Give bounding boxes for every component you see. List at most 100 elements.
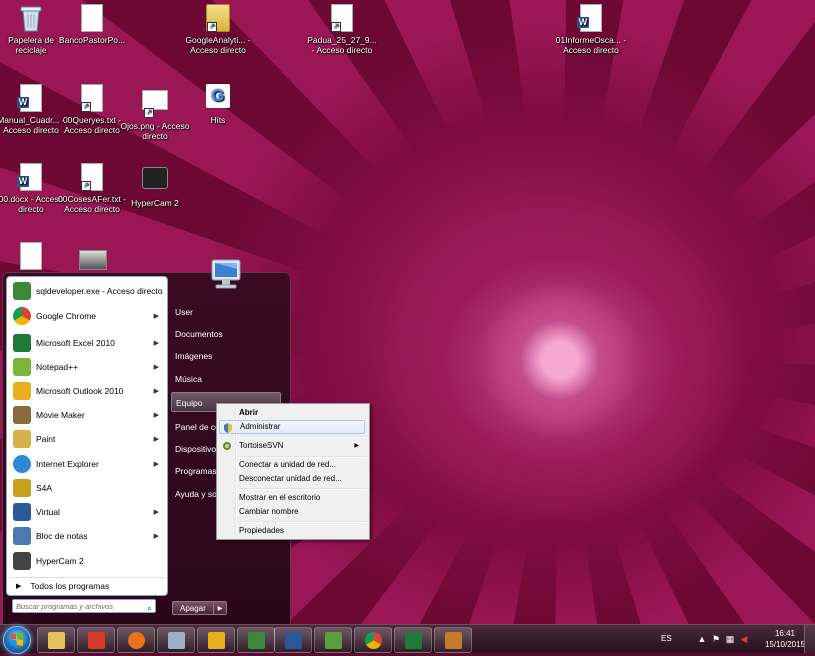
internet-explorer-icon: [13, 454, 31, 473]
start-item-virtual[interactable]: Virtual ▶: [9, 500, 165, 523]
show-desktop-button[interactable]: [804, 625, 815, 653]
submenu-arrow-icon: ▶: [153, 387, 159, 395]
explorer-icon: [47, 631, 65, 649]
outlook-icon: [13, 381, 31, 400]
start-item-internet-explorer[interactable]: Internet Explorer ▶: [9, 452, 165, 475]
acrobat-icon: [87, 631, 105, 649]
flag-icon[interactable]: ⚑: [711, 634, 721, 644]
context-item-tortoisesvn[interactable]: TortoiseSVN ▶: [219, 439, 365, 453]
word-document-icon: [17, 84, 44, 112]
taskbar-app-tool[interactable]: [434, 627, 472, 653]
start-right-musica[interactable]: Música: [171, 369, 281, 389]
tortoisesvn-icon: [223, 442, 231, 450]
start-item-label: Google Chrome: [36, 310, 97, 321]
context-item-label: TortoiseSVN: [239, 441, 284, 450]
firefox-icon: [127, 631, 145, 649]
network-icon[interactable]: ▦: [725, 634, 735, 644]
desktop-icon-hits[interactable]: G Hits: [182, 84, 254, 125]
movie-maker-icon: [13, 405, 31, 424]
google-icon: G: [205, 84, 231, 112]
taskbar-app-chrome[interactable]: [354, 627, 392, 653]
taskbar-app-explorer[interactable]: [37, 627, 75, 653]
context-menu: Abrir Administrar TortoiseSVN ▶ Conectar…: [216, 403, 370, 540]
chart-app-icon: [324, 631, 342, 649]
virtualbox-icon: [13, 502, 31, 521]
desktop-icon-hypercam[interactable]: HyperCam 2: [119, 163, 191, 208]
start-menu-programs-pane: sqldeveloper.exe - Acceso directo Google…: [6, 276, 168, 596]
chrome-icon: [364, 631, 382, 649]
start-right-user[interactable]: User: [171, 302, 281, 322]
start-item-google-chrome[interactable]: Google Chrome ▶: [9, 304, 165, 327]
start-item-label: Internet Explorer: [36, 458, 99, 469]
desktop-icon-queryes[interactable]: ↗ 00Queryes.txt - Acceso directo: [56, 84, 128, 135]
taskbar-app-acrobat[interactable]: [77, 627, 115, 653]
desktop-icon-label: Ojos.png - Acceso directo: [120, 121, 190, 141]
outlook-icon: [207, 631, 225, 649]
volume-muted-icon[interactable]: ◀: [739, 634, 749, 644]
start-item-movie-maker[interactable]: Movie Maker ▶: [9, 403, 165, 426]
start-item-label: Notepad++: [36, 361, 79, 372]
desktop-icon-informe-osca[interactable]: 01InformeOsca... - Acceso directo: [555, 4, 627, 55]
all-programs-label: Todos los programas: [30, 581, 110, 591]
desktop-icon-banco-pastor[interactable]: BancoPastorPo...: [56, 4, 128, 45]
desktop-icon-ojos[interactable]: ↗ Ojos.png - Acceso directo: [119, 84, 191, 141]
document-icon[interactable]: [20, 242, 42, 270]
word-document-icon: [17, 163, 44, 191]
start-item-notepadpp[interactable]: Notepad++ ▶: [9, 355, 165, 378]
start-right-imagenes[interactable]: Imágenes: [171, 346, 281, 366]
desktop-icon-coses-a-fer[interactable]: ↗ 00CosesAFer.txt - Acceso directo: [56, 163, 128, 214]
desktop-icon-padua[interactable]: ↗ Padua_25_27_9... - Acceso directo: [306, 4, 378, 55]
desktop-icon-label: Hits: [210, 115, 226, 125]
word-document-icon: [577, 4, 604, 32]
context-item-cambiar-nombre[interactable]: Cambiar nombre: [219, 505, 365, 519]
search-input[interactable]: Buscar programas y archivos ⌕: [12, 599, 156, 613]
submenu-arrow-icon: ▶: [153, 460, 159, 468]
context-item-abrir[interactable]: Abrir: [219, 406, 365, 420]
context-item-propiedades[interactable]: Propiedades: [219, 524, 365, 538]
desktop-icon-label: 01InformeOsca... - Acceso directo: [555, 35, 627, 55]
start-item-label: Bloc de notas: [36, 530, 88, 541]
language-indicator[interactable]: ES: [661, 634, 672, 643]
desktop-icon-label: 00Queryes.txt - Acceso directo: [62, 115, 122, 135]
context-item-mostrar-escritorio[interactable]: Mostrar en el escritorio: [219, 491, 365, 505]
image-file-icon[interactable]: [79, 250, 107, 270]
desktop-icon-google-analytics[interactable]: ↗ GoogleAnalyti... - Acceso directo: [182, 4, 254, 55]
shutdown-button[interactable]: Apagar: [172, 601, 214, 615]
context-item-label: Administrar: [240, 422, 281, 431]
show-hidden-icons-icon[interactable]: ▲: [697, 634, 707, 644]
submenu-arrow-icon: ▶: [153, 363, 159, 371]
tool-icon: [444, 631, 462, 649]
context-item-conectar-unidad[interactable]: Conectar a unidad de red...: [219, 458, 365, 472]
hypercam-icon: [13, 551, 31, 570]
start-item-bloc-de-notas[interactable]: Bloc de notas ▶: [9, 524, 165, 547]
start-item-excel[interactable]: Microsoft Excel 2010 ▶: [9, 331, 165, 354]
excel-icon: [13, 333, 31, 352]
submenu-arrow-icon: ▶: [153, 435, 159, 443]
start-item-hypercam[interactable]: HyperCam 2: [9, 549, 165, 572]
start-item-paint[interactable]: Paint ▶: [9, 427, 165, 450]
start-right-documentos[interactable]: Documentos: [171, 324, 281, 344]
start-item-sqldeveloper[interactable]: sqldeveloper.exe - Acceso directo: [9, 279, 165, 302]
all-programs-button[interactable]: ▶ Todos los programas: [9, 577, 165, 594]
computer-icon: [206, 258, 246, 292]
submenu-arrow-icon: ▶: [153, 312, 159, 320]
start-item-outlook[interactable]: Microsoft Outlook 2010 ▶: [9, 379, 165, 402]
start-item-label: S4A: [36, 482, 53, 493]
taskbar-app-calculator[interactable]: [157, 627, 195, 653]
taskbar-app-excel[interactable]: [394, 627, 432, 653]
context-item-administrar[interactable]: Administrar: [219, 420, 365, 434]
context-item-desconectar-unidad[interactable]: Desconectar unidad de red...: [219, 472, 365, 486]
taskbar-app-firefox[interactable]: [117, 627, 155, 653]
shutdown-options-arrow-icon[interactable]: ▶: [213, 601, 228, 615]
start-button[interactable]: [3, 626, 31, 654]
taskbar-app-outlook[interactable]: [197, 627, 235, 653]
document-icon: [79, 4, 105, 32]
notepadpp-icon: [13, 357, 31, 376]
taskbar-app-chart[interactable]: [314, 627, 352, 653]
start-item-label: Paint: [36, 433, 56, 444]
taskbar-app-word[interactable]: [274, 627, 312, 653]
taskbar-app-sqldeveloper[interactable]: [237, 627, 275, 653]
submenu-arrow-icon: ▶: [153, 532, 159, 540]
start-item-s4a[interactable]: S4A: [9, 476, 165, 499]
shutdown-group: Apagar ▶: [172, 601, 228, 615]
